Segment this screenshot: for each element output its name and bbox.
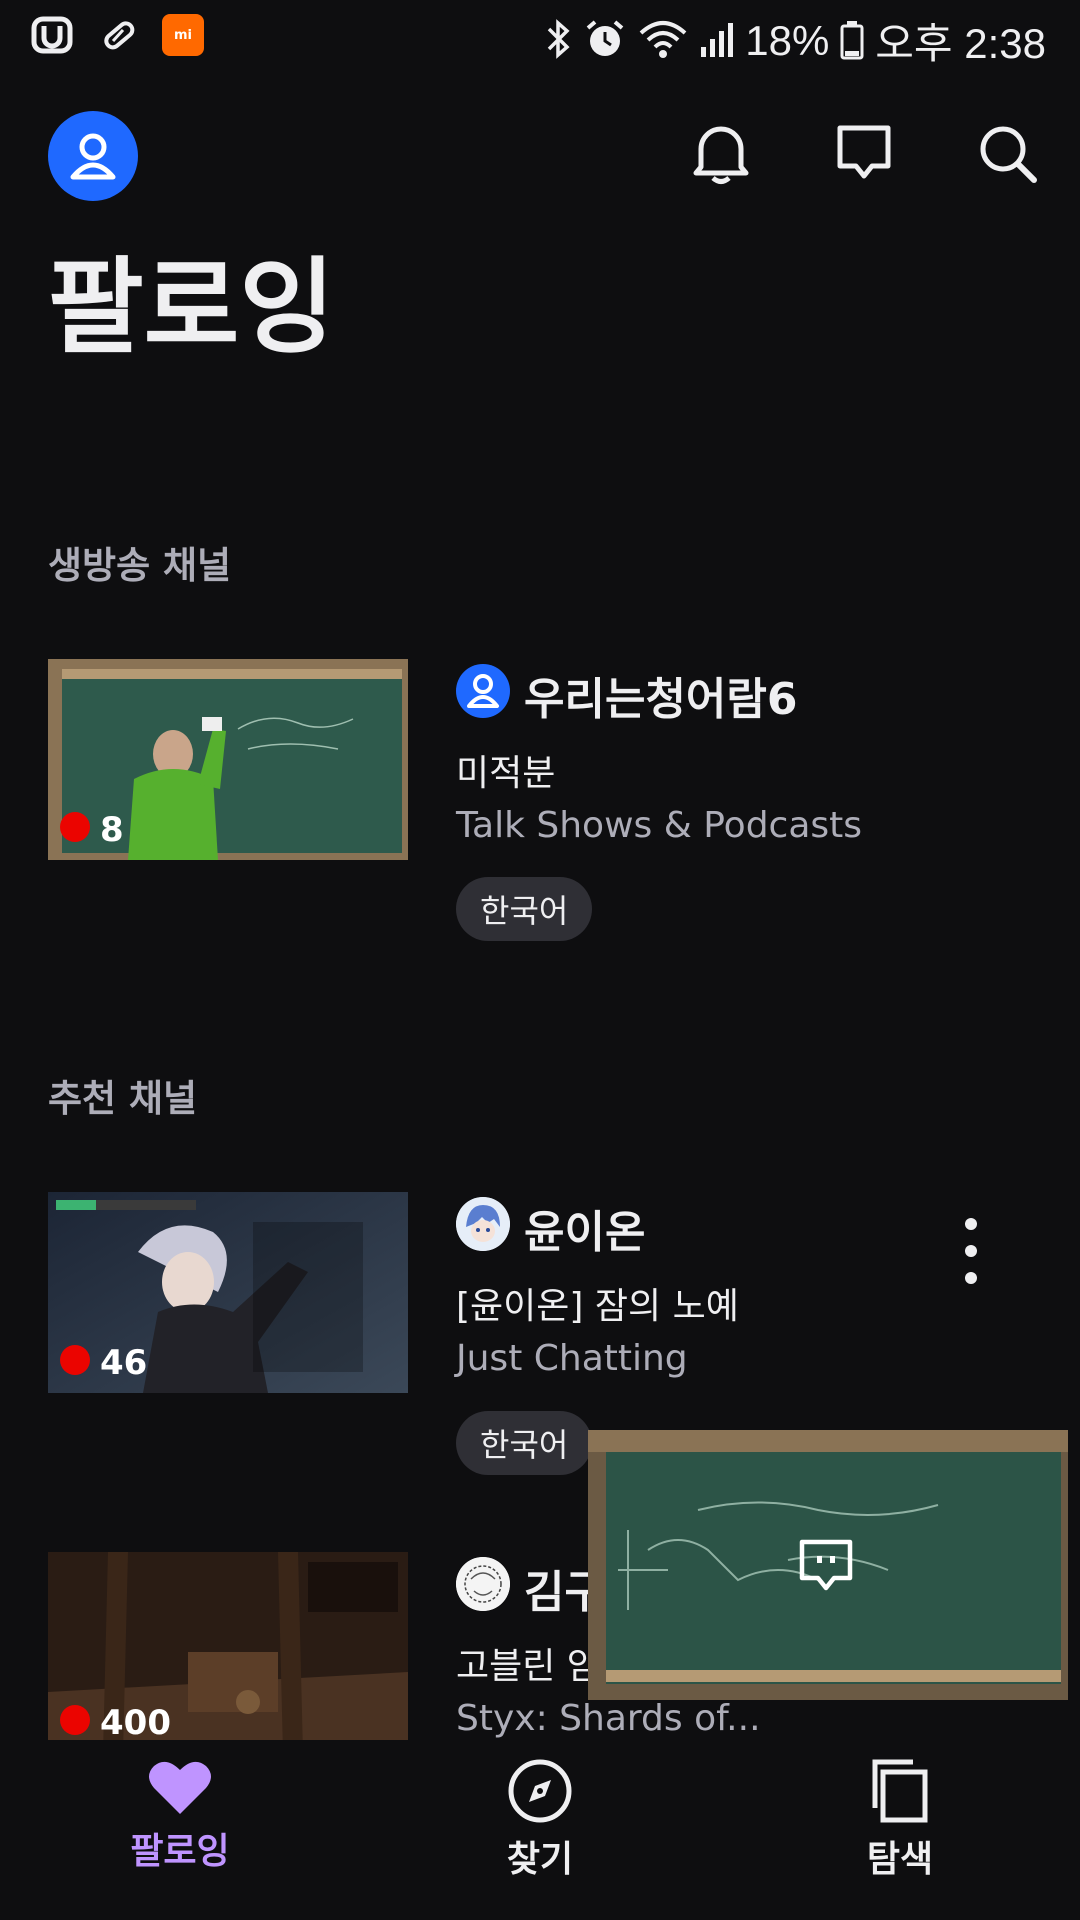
chat-bubble-icon <box>799 1539 853 1591</box>
nav-following[interactable]: 팔로잉 <box>70 1758 290 1874</box>
u-app-icon <box>30 14 74 56</box>
heart-icon <box>149 1761 211 1814</box>
mi-app-icon: mi <box>162 14 204 56</box>
nav-discover-label: 찾기 <box>506 1839 574 1880</box>
channel-name[interactable]: 우리는청어람6 <box>524 663 798 727</box>
battery-percent: 18% <box>745 16 830 64</box>
anime-avatar-image <box>456 1197 510 1251</box>
stream-category[interactable]: Styx: Shards of... <box>456 1698 761 1739</box>
nav-following-label: 팔로잉 <box>130 1831 230 1872</box>
more-dot <box>965 1245 977 1257</box>
nav-browse[interactable]: 탐색 <box>790 1758 1010 1882</box>
live-indicator <box>60 1705 90 1735</box>
channel-avatar[interactable] <box>456 1197 510 1251</box>
recommended-stream-thumbnail[interactable]: 46 <box>48 1192 408 1393</box>
profile-icon <box>70 133 116 180</box>
viewer-count: 8 <box>100 810 124 850</box>
status-bar: mi 18% 오후 2:38 <box>0 0 1080 70</box>
more-options-button[interactable] <box>950 1218 992 1284</box>
page-title: 팔로잉 <box>48 246 336 368</box>
bottom-navigation: 팔로잉 찾기 탐색 <box>0 1740 1080 1920</box>
signal-icon <box>699 17 735 65</box>
live-section-title: 생방송 채널 <box>48 544 232 587</box>
more-dot <box>965 1272 977 1284</box>
inbox-icon <box>837 125 891 179</box>
live-stream-thumbnail[interactable]: 8 <box>48 659 408 860</box>
clock: 오후 2:38 <box>875 20 1046 67</box>
channel-avatar[interactable] <box>456 664 510 718</box>
wifi-icon <box>637 17 689 65</box>
stream-title[interactable]: 고블린 암 <box>456 1637 600 1689</box>
stream-category[interactable]: Talk Shows & Podcasts <box>456 805 862 846</box>
viewer-count: 46 <box>100 1343 148 1383</box>
nav-browse-label: 탐색 <box>866 1839 934 1880</box>
channel-avatar[interactable] <box>456 1557 510 1611</box>
bluetooth-icon <box>543 17 573 65</box>
compass-icon <box>508 1759 572 1823</box>
channel-name[interactable]: 윤이온 <box>524 1196 645 1260</box>
battery-icon <box>839 17 865 65</box>
mi-label: mi <box>173 27 192 43</box>
browse-icon <box>872 1759 928 1823</box>
recommended-stream-thumbnail[interactable]: 400 <box>48 1552 408 1753</box>
search-button[interactable] <box>972 118 1042 188</box>
mini-player[interactable] <box>588 1430 1068 1700</box>
profile-icon <box>467 674 499 708</box>
stream-title[interactable]: 미적분 <box>456 744 555 796</box>
live-indicator <box>60 1345 90 1375</box>
search-icon <box>980 126 1037 183</box>
chat-button[interactable] <box>798 1538 854 1598</box>
viewer-count: 400 <box>100 1703 171 1743</box>
alarm-icon <box>583 17 627 65</box>
bell-icon <box>693 126 749 184</box>
language-tag[interactable]: 한국어 <box>456 877 593 941</box>
nav-discover[interactable]: 찾기 <box>430 1758 650 1882</box>
more-dot <box>965 1218 977 1230</box>
stream-title[interactable]: [윤이온] 잠의 노예 <box>456 1277 739 1329</box>
live-indicator <box>60 812 90 842</box>
pill-icon <box>96 14 140 56</box>
sketch-avatar-image <box>456 1557 510 1611</box>
language-tag[interactable]: 한국어 <box>456 1411 593 1475</box>
recommended-section-title: 추천 채널 <box>48 1077 198 1120</box>
profile-button[interactable] <box>48 111 138 201</box>
notifications-button[interactable] <box>686 118 756 188</box>
whispers-button[interactable] <box>829 118 899 188</box>
stream-category[interactable]: Just Chatting <box>456 1338 688 1379</box>
